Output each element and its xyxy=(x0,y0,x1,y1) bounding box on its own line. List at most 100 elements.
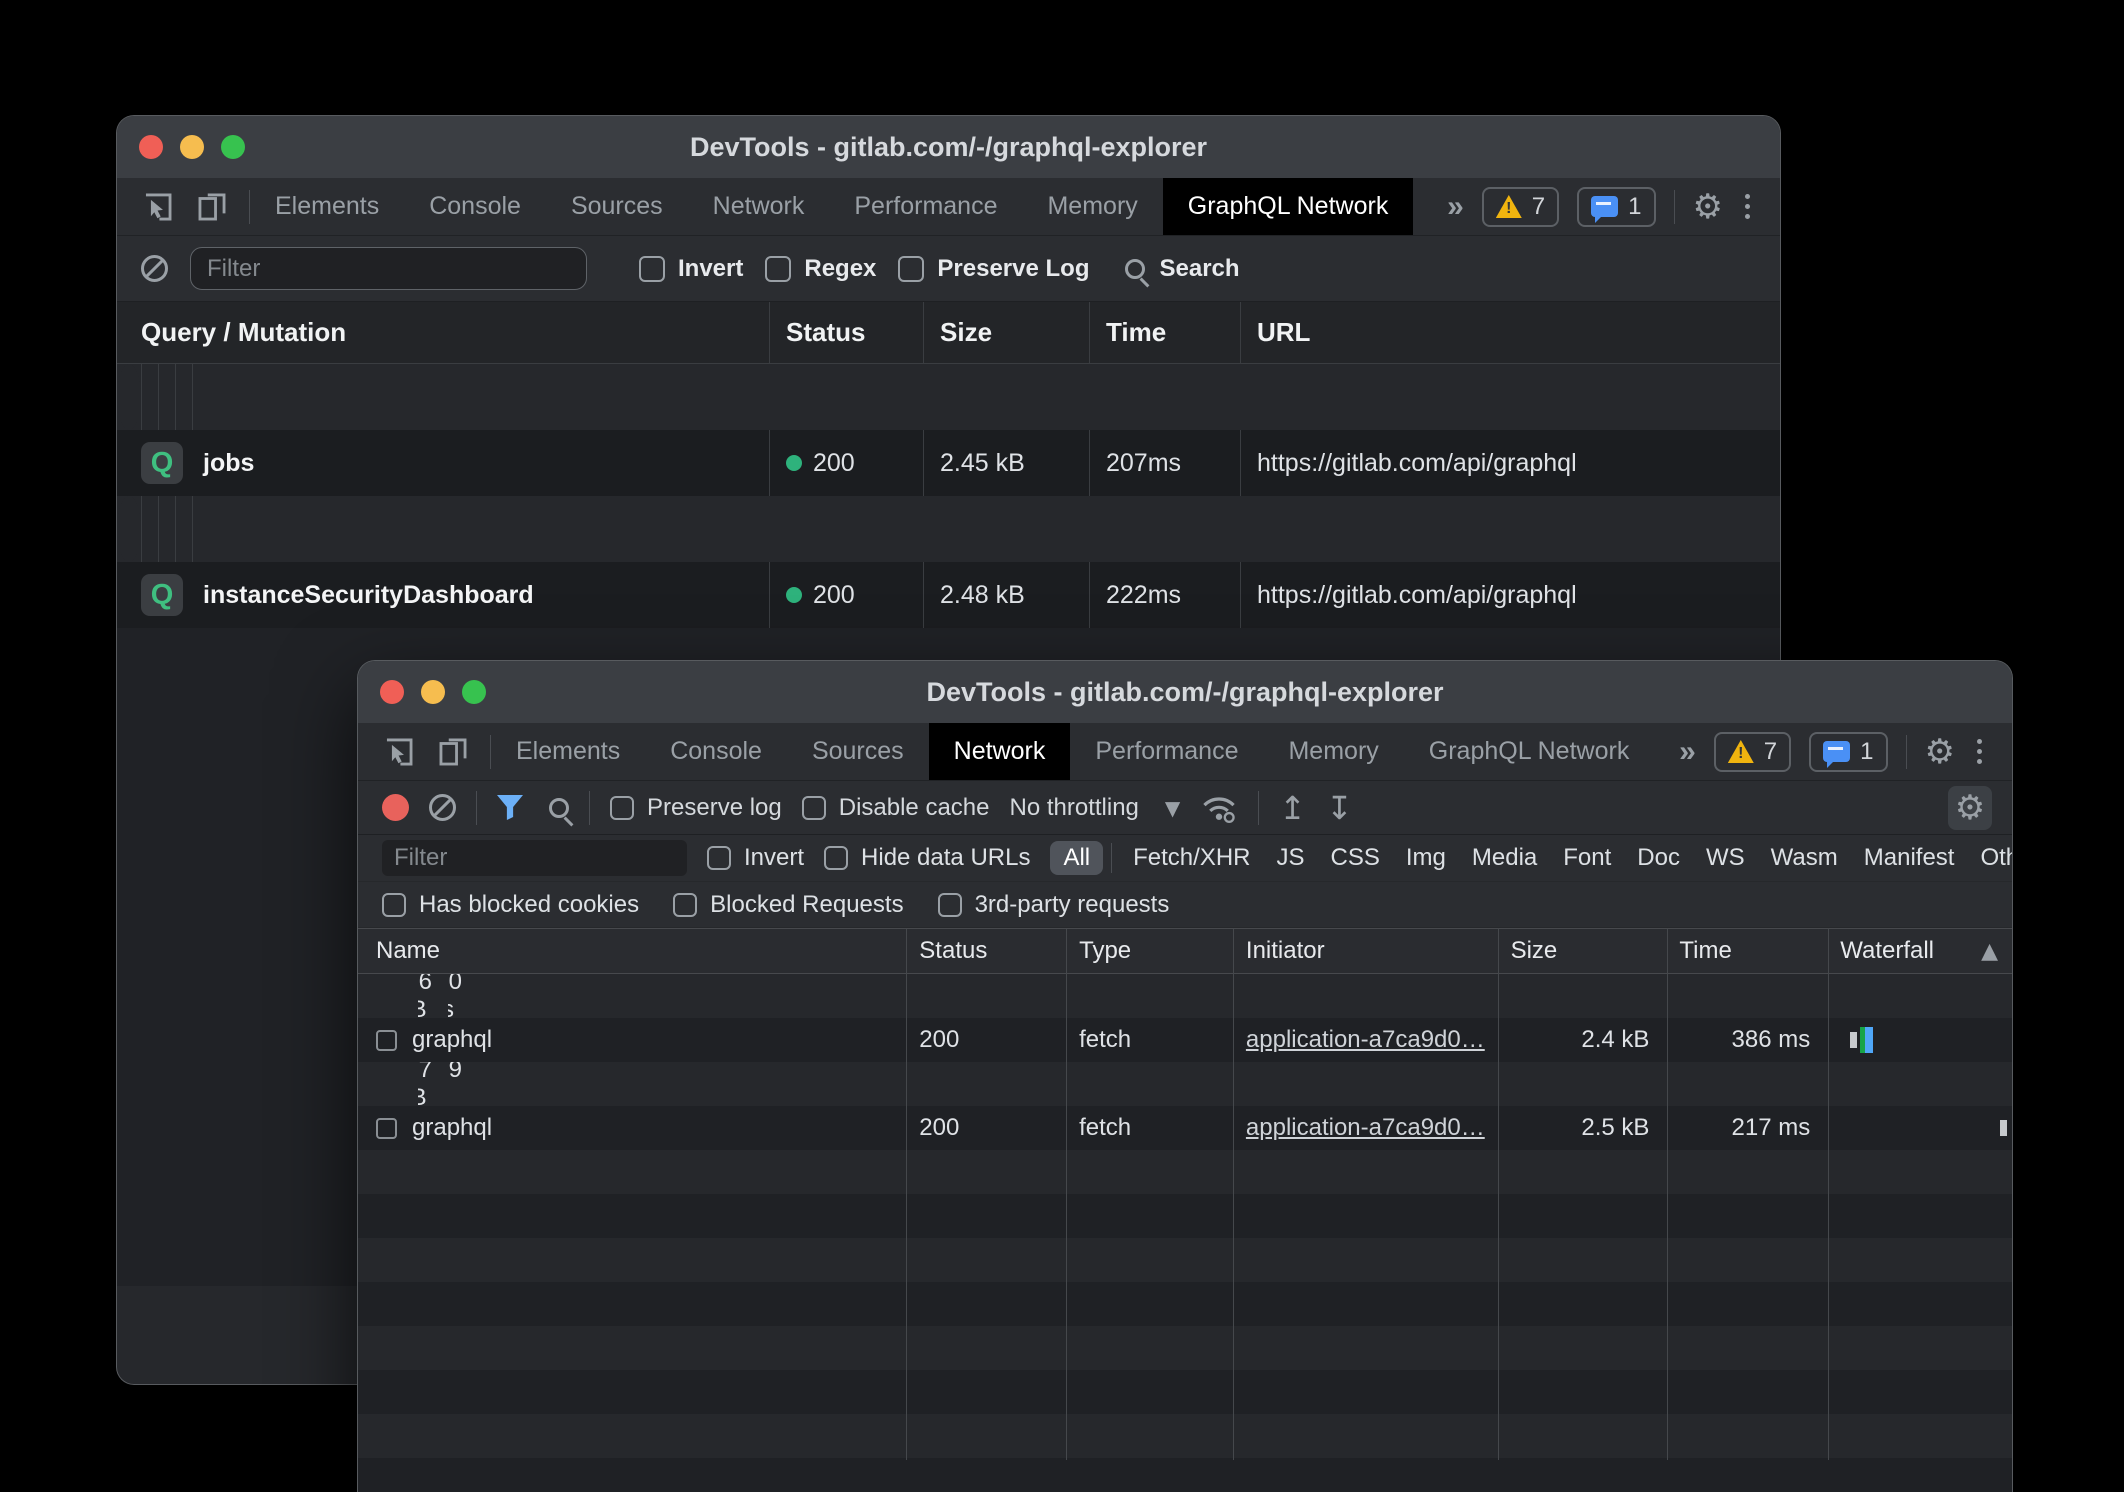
clear-network-log-icon[interactable] xyxy=(429,794,456,821)
status-ok-dot xyxy=(786,455,802,471)
column-header-time[interactable]: Time xyxy=(1665,929,1826,973)
type-filter-img[interactable]: Img xyxy=(1393,841,1459,875)
network-filter-input[interactable] xyxy=(382,840,687,876)
waterfall-wait-tick xyxy=(1850,1032,1857,1048)
table-row[interactable]: graphql 200 fetch application-a7ca9d0… 2… xyxy=(358,1018,2012,1062)
tab-elements[interactable]: Elements xyxy=(250,178,404,235)
waterfall-cell xyxy=(478,1062,492,1106)
preserve-log-checkbox-group: Preserve Log xyxy=(898,255,1089,283)
filter-input[interactable] xyxy=(190,247,587,290)
tab-performance[interactable]: Performance xyxy=(829,178,1022,235)
warnings-badge[interactable]: ! 7 xyxy=(1482,187,1559,227)
warnings-badge[interactable]: ! 7 xyxy=(1714,732,1791,772)
inspect-element-icon[interactable] xyxy=(382,735,416,769)
type-filter-other[interactable]: Other xyxy=(1967,841,2013,875)
network-conditions-icon[interactable] xyxy=(1200,792,1238,824)
issues-badge[interactable]: 1 xyxy=(1577,187,1655,227)
inspect-element-icon[interactable] xyxy=(141,190,175,224)
tab-network[interactable]: Network xyxy=(929,723,1071,780)
blocked-requests-checkbox[interactable] xyxy=(673,893,697,917)
column-header-time[interactable]: Time xyxy=(1090,302,1241,363)
third-party-requests-checkbox[interactable] xyxy=(938,893,962,917)
tab-graphql-network[interactable]: GraphQL Network xyxy=(1404,723,1655,780)
tab-sources[interactable]: Sources xyxy=(546,178,688,235)
record-network-log-button[interactable] xyxy=(382,794,409,821)
message-icon xyxy=(1591,196,1618,217)
type-filter-js[interactable]: JS xyxy=(1264,841,1318,875)
type-filter-ws[interactable]: WS xyxy=(1693,841,1758,875)
more-options-icon[interactable] xyxy=(1973,735,1986,768)
device-toolbar-icon[interactable] xyxy=(195,190,229,224)
tab-memory[interactable]: Memory xyxy=(1263,723,1403,780)
column-header-waterfall[interactable]: Waterfall ▲ xyxy=(1826,929,2012,973)
type-filter-font[interactable]: Font xyxy=(1550,841,1624,875)
more-options-icon[interactable] xyxy=(1741,190,1754,223)
initiator-link[interactable]: application-a7ca9d0… xyxy=(1246,1026,1485,1054)
network-settings-button[interactable]: ⚙ xyxy=(1948,786,1992,830)
preserve-log-checkbox[interactable] xyxy=(610,796,634,820)
tab-memory[interactable]: Memory xyxy=(1022,178,1162,235)
initiator-link[interactable]: application-a7ca9d0… xyxy=(1246,1114,1485,1142)
column-header-type[interactable]: Type xyxy=(1065,929,1232,973)
type-filter-manifest[interactable]: Manifest xyxy=(1851,841,1968,875)
tab-elements[interactable]: Elements xyxy=(491,723,645,780)
settings-gear-icon[interactable]: ⚙ xyxy=(1925,735,1955,769)
table-row[interactable]: graphql 200 fetch application-a7ca9d0… 2… xyxy=(358,1106,2012,1150)
column-header-status[interactable]: Status xyxy=(770,302,924,363)
type-filter-fetch-xhr[interactable]: Fetch/XHR xyxy=(1120,841,1263,875)
tab-sources[interactable]: Sources xyxy=(787,723,929,780)
clear-icon[interactable] xyxy=(141,255,168,282)
column-header-name[interactable]: Name xyxy=(358,929,905,973)
table-row[interactable]: graphql 200 fetch application-a7ca9d0… 2… xyxy=(358,1062,382,1106)
tab-performance[interactable]: Performance xyxy=(1070,723,1263,780)
export-har-icon[interactable]: ↧ xyxy=(1326,792,1353,824)
table-row[interactable]: Qusers 200 2.7 kB 9s https://gitlab.com/… xyxy=(117,496,141,562)
settings-gear-icon[interactable]: ⚙ xyxy=(1693,190,1723,224)
issues-badge[interactable]: 1 xyxy=(1809,732,1887,772)
search-icon[interactable] xyxy=(549,798,569,818)
network-requests-table: Name Status Type Initiator Size Time Wat… xyxy=(358,928,2012,1460)
table-row[interactable]: Qjobs 200 2.45 kB 207ms https://gitlab.c… xyxy=(117,430,1780,496)
column-header-status[interactable]: Status xyxy=(905,929,1065,973)
more-tabs-icon[interactable]: » xyxy=(1447,190,1464,224)
more-tabs-icon[interactable]: » xyxy=(1679,735,1696,769)
status-code: 200 xyxy=(813,581,855,610)
tab-network[interactable]: Network xyxy=(688,178,830,235)
column-header-initiator[interactable]: Initiator xyxy=(1232,929,1497,973)
device-toolbar-icon[interactable] xyxy=(436,735,470,769)
tab-console[interactable]: Console xyxy=(404,178,546,235)
import-har-icon[interactable]: ↥ xyxy=(1279,792,1306,824)
waterfall-cell xyxy=(478,974,492,1018)
regex-checkbox[interactable] xyxy=(765,256,791,282)
disable-cache-checkbox[interactable] xyxy=(802,796,826,820)
throttling-select[interactable]: No throttling ▼ xyxy=(1009,794,1180,822)
tab-console[interactable]: Console xyxy=(645,723,787,780)
invert-checkbox[interactable] xyxy=(707,846,731,870)
query-badge: Q xyxy=(141,442,183,484)
table-row[interactable]: Quser 200 2.57 kB 211ms https://gitlab.c… xyxy=(117,364,141,430)
search-icon xyxy=(1125,259,1145,279)
preserve-log-checkbox[interactable] xyxy=(898,256,924,282)
status-code: 200 xyxy=(376,1062,390,1106)
tab-graphql-network[interactable]: GraphQL Network xyxy=(1163,178,1414,235)
hide-data-urls-checkbox[interactable] xyxy=(824,846,848,870)
window-title: DevTools - gitlab.com/-/graphql-explorer xyxy=(117,132,1780,163)
type-filter-wasm[interactable]: Wasm xyxy=(1758,841,1851,875)
type-filter-all[interactable]: All xyxy=(1050,841,1103,875)
request-url: https://gitlab.com/api/graphql xyxy=(193,496,209,562)
has-blocked-cookies-checkbox[interactable] xyxy=(382,893,406,917)
invert-checkbox[interactable] xyxy=(639,256,665,282)
table-row[interactable]: graphql 200 fetch application-a7ca9d0… 2… xyxy=(358,974,382,1018)
column-header-size[interactable]: Size xyxy=(1497,929,1666,973)
table-row[interactable]: QinstanceSecurityDashboard 200 2.48 kB 2… xyxy=(117,562,1780,628)
type-filter-css[interactable]: CSS xyxy=(1318,841,1393,875)
divider xyxy=(589,791,590,825)
column-header-query-mutation[interactable]: Query / Mutation xyxy=(117,302,770,363)
type-filter-media[interactable]: Media xyxy=(1459,841,1550,875)
column-header-url[interactable]: URL xyxy=(1241,302,1780,363)
search-button[interactable]: Search xyxy=(1125,255,1239,283)
filter-funnel-icon[interactable] xyxy=(497,795,523,820)
network-options-bar: Has blocked cookies Blocked Requests 3rd… xyxy=(358,882,2012,928)
column-header-size[interactable]: Size xyxy=(924,302,1090,363)
type-filter-doc[interactable]: Doc xyxy=(1624,841,1693,875)
